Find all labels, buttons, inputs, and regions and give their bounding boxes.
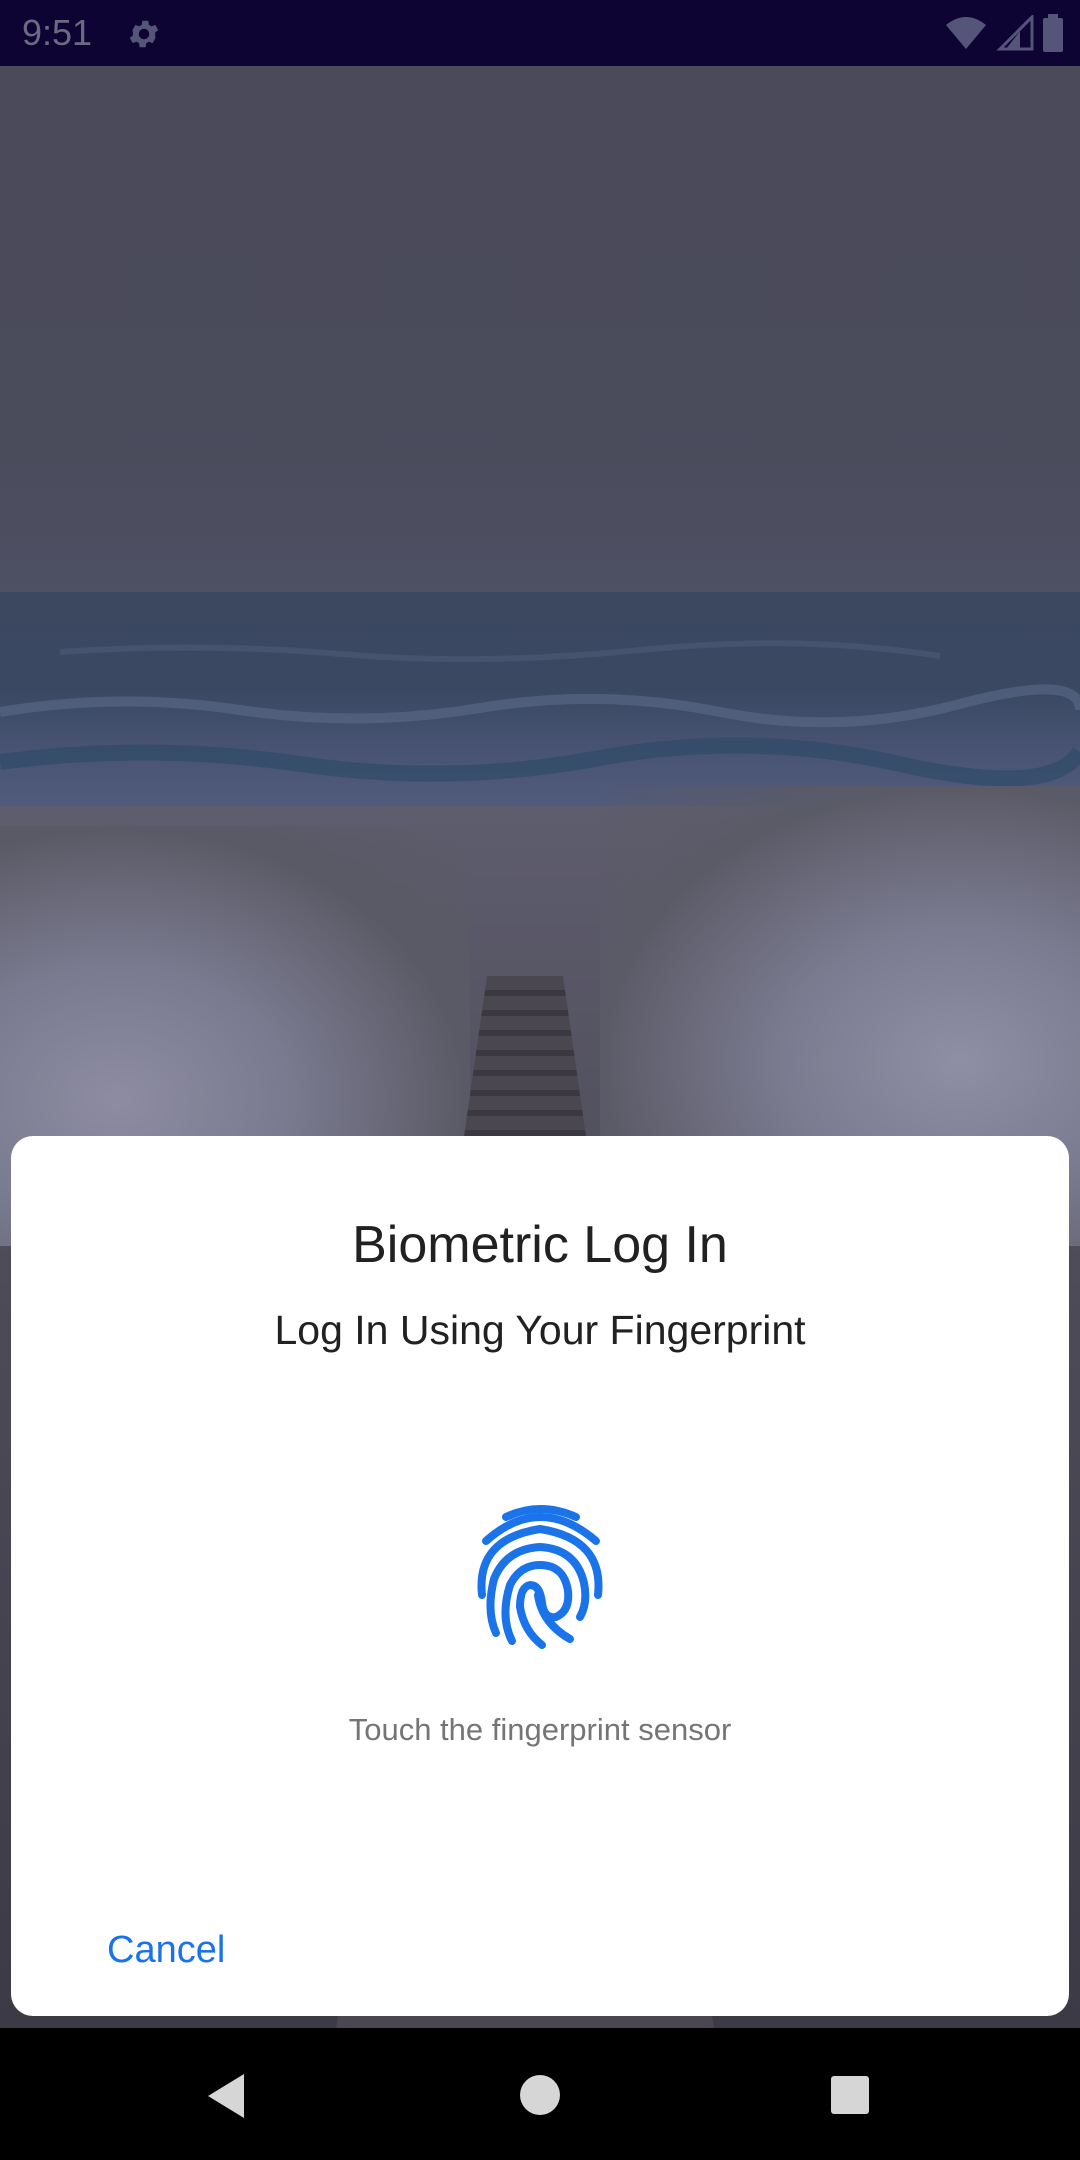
back-icon[interactable] (204, 2072, 248, 2120)
cell-signal-icon (996, 15, 1034, 51)
screen: 9:51 Biometric Log In Log In Using Your … (0, 0, 1080, 2160)
battery-icon (1043, 14, 1063, 52)
navigation-bar (0, 2028, 1080, 2160)
cancel-button[interactable]: Cancel (91, 1918, 241, 1982)
biometric-dialog: Biometric Log In Log In Using Your Finge… (11, 1136, 1069, 2016)
sky-area (0, 66, 1080, 592)
home-icon[interactable] (519, 2074, 561, 2116)
dialog-subtitle: Log In Using Your Fingerprint (274, 1307, 806, 1353)
status-time: 9:51 (22, 12, 93, 53)
dialog-hint: Touch the fingerprint sensor (348, 1712, 732, 1747)
status-icons (944, 14, 1064, 52)
status-bar: 9:51 (0, 0, 1080, 66)
recents-icon[interactable] (830, 2075, 870, 2115)
settings-gear-icon (129, 20, 159, 48)
dialog-title: Biometric Log In (352, 1216, 728, 1274)
fingerprint-icon (477, 1505, 603, 1649)
wifi-icon (946, 17, 986, 49)
